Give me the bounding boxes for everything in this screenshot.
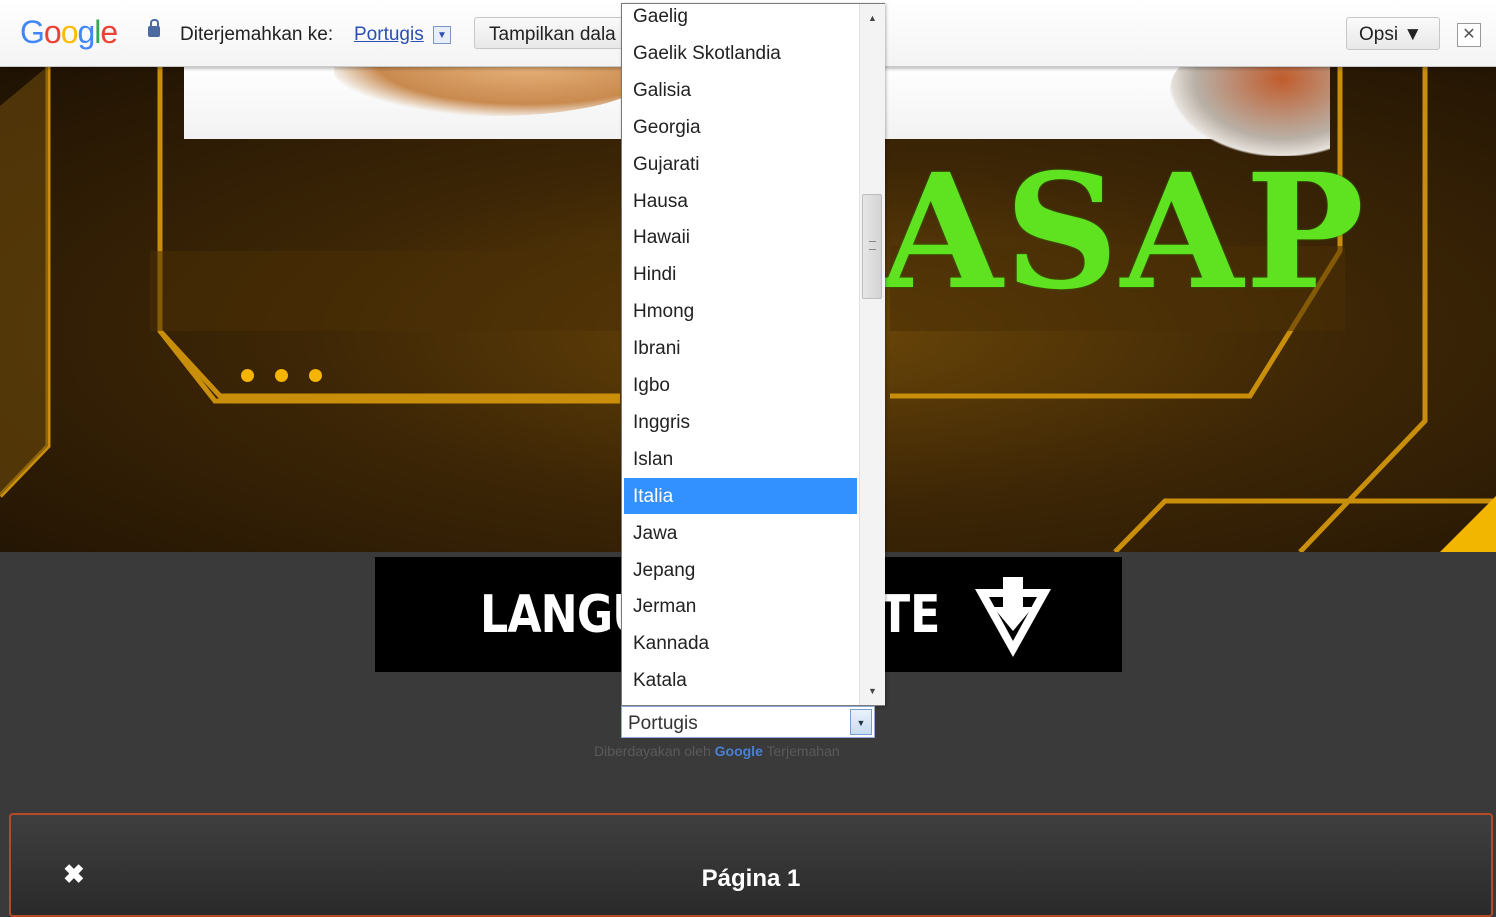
slider-dot-3[interactable] <box>309 369 322 382</box>
language-dropdown-list[interactable]: Gaelig Gaelik Skotlandia Galisia Georgia Guj… <box>621 3 885 706</box>
frame-side-left <box>0 66 48 496</box>
google-logo: Google <box>20 14 118 51</box>
language-option[interactable]: Katala <box>624 662 857 698</box>
language-option[interactable]: Inggris <box>624 404 857 440</box>
slider-dot-1[interactable] <box>241 369 254 382</box>
select-chevron-down-icon[interactable]: ▼ <box>850 709 872 735</box>
google-logo-letter: e <box>100 14 118 50</box>
brand-title: ASAP <box>880 140 1367 325</box>
powered-by-google-logo[interactable]: Google <box>715 743 763 759</box>
language-option[interactable]: Georgia <box>624 109 857 145</box>
language-option[interactable]: Galisia <box>624 72 857 108</box>
language-option[interactable]: Jerman <box>624 588 857 624</box>
language-option[interactable]: Gaelik Skotlandia <box>624 35 857 71</box>
powered-by-prefix: Diberdayakan oleh <box>594 743 711 759</box>
options-button[interactable]: Opsi ▼ <box>1346 17 1440 50</box>
target-language-link[interactable]: Portugis <box>354 24 424 46</box>
language-option[interactable]: Jawa <box>624 515 857 551</box>
slider-dot-2[interactable] <box>275 369 288 382</box>
powered-by-suffix: Terjemahan <box>766 743 840 759</box>
frame-panel-left <box>150 251 620 331</box>
language-option[interactable]: Islan <box>624 441 857 477</box>
scrollbar-thumb[interactable] <box>862 194 882 299</box>
language-option[interactable]: Gujarati <box>624 146 857 182</box>
google-logo-letter: o <box>43 14 62 50</box>
language-option[interactable]: Ibrani <box>624 330 857 366</box>
frame-bottom-left <box>158 329 620 404</box>
language-banner-text-right: TE <box>880 585 941 645</box>
language-option[interactable]: Hawaii <box>624 219 857 255</box>
google-logo-letter: o <box>60 14 79 50</box>
language-option[interactable]: Kannada <box>624 625 857 661</box>
scrollbar-grip-icon <box>869 241 876 250</box>
google-logo-letter: g <box>77 14 95 50</box>
language-option[interactable]: Gaelig <box>624 4 857 34</box>
dropdown-scrollbar[interactable]: ▲ ▼ <box>859 4 885 705</box>
page-label: Página 1 <box>701 865 801 892</box>
powered-by-google: Diberdayakan oleh Google Terjemahan <box>594 743 840 759</box>
lock-icon <box>148 19 160 37</box>
google-logo-letter: G <box>20 14 45 50</box>
language-option[interactable]: Hausa <box>624 183 857 219</box>
language-option[interactable]: Italia <box>624 477 857 514</box>
language-dropdown-arrow-icon[interactable]: ▼ <box>433 26 451 44</box>
close-translate-bar-icon[interactable]: ✕ <box>1457 23 1481 47</box>
down-arrow-icon <box>975 577 1051 657</box>
language-option[interactable]: Hmong <box>624 293 857 329</box>
translated-to-label: Diterjemahkan ke: <box>180 24 334 45</box>
language-option[interactable]: Jepang <box>624 552 857 588</box>
language-option[interactable]: Igbo <box>624 367 857 403</box>
language-options: Gaelig Gaelik Skotlandia Galisia Georgia Guj… <box>622 4 859 705</box>
frame-corner-right <box>1440 496 1496 552</box>
language-option[interactable]: Hindi <box>624 256 857 292</box>
scroll-up-icon[interactable]: ▲ <box>860 8 885 28</box>
frame-line-left-inner <box>157 66 620 399</box>
language-select-value: Portugis <box>628 713 698 734</box>
page-panel: ✖ Página 1 <box>9 813 1493 917</box>
language-select[interactable]: Portugis ▼ <box>621 706 875 738</box>
scroll-down-icon[interactable]: ▼ <box>860 681 885 701</box>
